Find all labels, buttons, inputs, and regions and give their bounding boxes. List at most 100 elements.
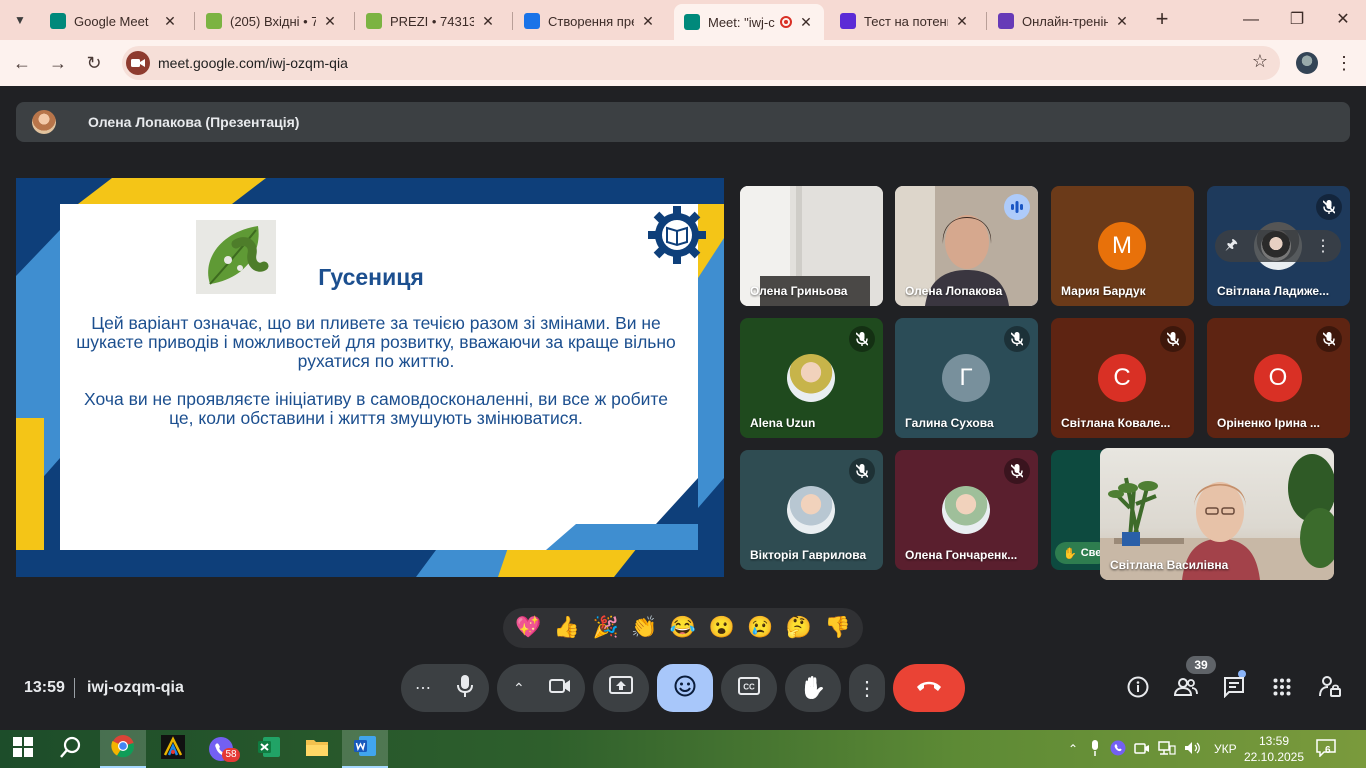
- profile-avatar[interactable]: [1296, 52, 1318, 74]
- participant-tile[interactable]: Олена Гриньова: [740, 186, 883, 306]
- restore-icon: ❐: [1289, 11, 1305, 28]
- participant-tile[interactable]: 🖈 ⋮ Світлана Ладиже...: [1207, 186, 1350, 306]
- tab-close-icon[interactable]: ✕: [322, 13, 338, 30]
- svg-text:CC: CC: [743, 682, 755, 691]
- people-button[interactable]: [1171, 674, 1201, 704]
- more-horiz-icon[interactable]: ⋯: [415, 678, 432, 698]
- reactions-button[interactable]: [657, 664, 713, 712]
- more-vert-icon: ⋮: [1335, 53, 1353, 73]
- forward-button[interactable]: →: [44, 50, 72, 78]
- reaction-emoji-button[interactable]: 👍: [549, 616, 585, 640]
- tab-close-icon[interactable]: ✕: [1114, 13, 1130, 30]
- reaction-emoji-button[interactable]: 😂: [665, 616, 701, 640]
- pin-icon[interactable]: 🖈: [1225, 234, 1238, 258]
- bookmark-star-icon[interactable]: ☆: [1252, 51, 1268, 72]
- file-explorer-taskbar-button[interactable]: [294, 730, 340, 768]
- tab-close-icon[interactable]: ✕: [640, 13, 656, 30]
- meet-window: Олена Лопакова (Презентація) Гусениця Це…: [0, 86, 1366, 730]
- reaction-emoji-button[interactable]: 👏: [626, 616, 662, 640]
- meeting-details-button[interactable]: [1123, 674, 1153, 704]
- presenter-name: Олена Лопакова (Презентація): [88, 114, 300, 130]
- present-screen-button[interactable]: [593, 664, 649, 712]
- browser-tab[interactable]: Тест на потенці ✕: [830, 6, 980, 36]
- restore-button[interactable]: ❐: [1274, 6, 1320, 34]
- raise-hand-button[interactable]: ✋: [785, 664, 841, 712]
- captions-button[interactable]: CC: [721, 664, 777, 712]
- tab-close-icon[interactable]: ✕: [954, 13, 970, 30]
- mic-off-icon: [849, 458, 875, 484]
- meet-now-icon[interactable]: [1134, 741, 1150, 758]
- participant-tile[interactable]: Г Галина Сухова: [895, 318, 1038, 438]
- tab-favicon-icon: [840, 13, 856, 29]
- microphone-icon[interactable]: [1090, 739, 1100, 759]
- participant-tile[interactable]: О Оріненко Ірина ...: [1207, 318, 1350, 438]
- arrow-right-icon: →: [49, 53, 67, 73]
- hidden-tile-label: Све: [1080, 547, 1102, 559]
- viber-tray-icon[interactable]: [1110, 740, 1126, 759]
- tab-label: (205) Вхідні • 74: [230, 13, 316, 29]
- activities-button[interactable]: [1267, 674, 1297, 704]
- participant-tile[interactable]: Alena Uzun: [740, 318, 883, 438]
- reaction-emoji-button[interactable]: 🎉: [588, 616, 624, 640]
- reload-button[interactable]: ↻: [80, 50, 108, 78]
- start-button[interactable]: [0, 730, 46, 768]
- participant-tile[interactable]: М Мария Бардук: [1051, 186, 1194, 306]
- viber-taskbar-button[interactable]: 58: [198, 730, 244, 768]
- network-icon[interactable]: [1158, 740, 1176, 758]
- browser-tab[interactable]: Створення през ✕: [514, 6, 666, 36]
- browser-tab[interactable]: Google Meet ✕: [40, 6, 188, 36]
- tab-search-button[interactable]: ▼: [8, 8, 32, 32]
- browser-tab[interactable]: Meet: "iwj-c ✕: [674, 4, 824, 40]
- word-taskbar-button[interactable]: [342, 730, 388, 768]
- participant-tile[interactable]: Олена Гончаренк...: [895, 450, 1038, 570]
- reaction-emoji-button[interactable]: 😢: [742, 616, 778, 640]
- mic-icon[interactable]: [457, 674, 473, 702]
- browser-tab[interactable]: Онлайн-тренінг ✕: [988, 6, 1140, 36]
- browser-toolbar: ← → ↻ meet.google.com/iwj-ozqm-qia ☆ ⋮: [0, 40, 1366, 86]
- reaction-emoji-button[interactable]: 😮: [704, 616, 740, 640]
- tab-favicon-icon: [50, 13, 66, 29]
- show-hidden-icons-icon[interactable]: ⌃: [1064, 742, 1082, 756]
- excel-taskbar-button[interactable]: [246, 730, 292, 768]
- chevron-down-icon: ▼: [14, 13, 26, 27]
- chrome-taskbar-button[interactable]: [100, 730, 146, 768]
- minimize-button[interactable]: —: [1228, 6, 1274, 34]
- back-button[interactable]: ←: [8, 50, 36, 78]
- media-app-taskbar-button[interactable]: [150, 730, 196, 768]
- plus-icon: +: [1155, 6, 1169, 31]
- more-options-button[interactable]: ⋮: [849, 664, 885, 712]
- close-window-button[interactable]: ✕: [1320, 6, 1366, 34]
- chat-button[interactable]: [1219, 674, 1249, 704]
- participant-tile[interactable]: Вікторія Гаврилова: [740, 450, 883, 570]
- mic-off-icon: [1316, 326, 1342, 352]
- captions-icon: CC: [738, 676, 760, 700]
- address-bar[interactable]: meet.google.com/iwj-ozqm-qia ☆: [122, 46, 1280, 80]
- chevron-up-icon[interactable]: ⌃: [513, 680, 525, 697]
- new-tab-button[interactable]: +: [1150, 8, 1174, 32]
- browser-tab[interactable]: (205) Вхідні • 74 ✕: [196, 6, 348, 36]
- taskbar-clock[interactable]: 13:59 22.10.2025: [1242, 733, 1306, 765]
- camera-icon[interactable]: [549, 678, 571, 699]
- host-controls-button[interactable]: [1315, 674, 1345, 704]
- participant-tile[interactable]: С Світлана Ковале...: [1051, 318, 1194, 438]
- more-vert-icon: ⋮: [857, 677, 877, 700]
- mic-off-icon: [1316, 194, 1342, 220]
- tab-favicon-icon: [684, 14, 700, 30]
- search-button[interactable]: [48, 730, 94, 768]
- reaction-emoji-button[interactable]: 💖: [510, 616, 546, 640]
- reaction-emoji-button[interactable]: 👎: [820, 616, 856, 640]
- volume-icon[interactable]: [1184, 741, 1202, 758]
- self-view[interactable]: Світлана Василівна: [1100, 448, 1334, 580]
- reaction-emoji-button[interactable]: 🤔: [781, 616, 817, 640]
- tab-close-icon[interactable]: ✕: [480, 13, 496, 30]
- leave-call-button[interactable]: [893, 664, 965, 712]
- participant-name: Олена Гриньова: [750, 284, 848, 298]
- notification-center-button[interactable]: 6: [1316, 730, 1338, 768]
- tab-close-icon[interactable]: ✕: [162, 13, 178, 30]
- participant-tile[interactable]: Олена Лопакова: [895, 186, 1038, 306]
- browser-tab[interactable]: PREZI • 7431390 ✕: [356, 6, 506, 36]
- browser-menu-button[interactable]: ⋮: [1334, 50, 1354, 76]
- more-vert-icon[interactable]: ⋮: [1315, 236, 1331, 256]
- language-indicator[interactable]: УКР: [1214, 742, 1237, 756]
- tab-close-icon[interactable]: ✕: [798, 14, 814, 31]
